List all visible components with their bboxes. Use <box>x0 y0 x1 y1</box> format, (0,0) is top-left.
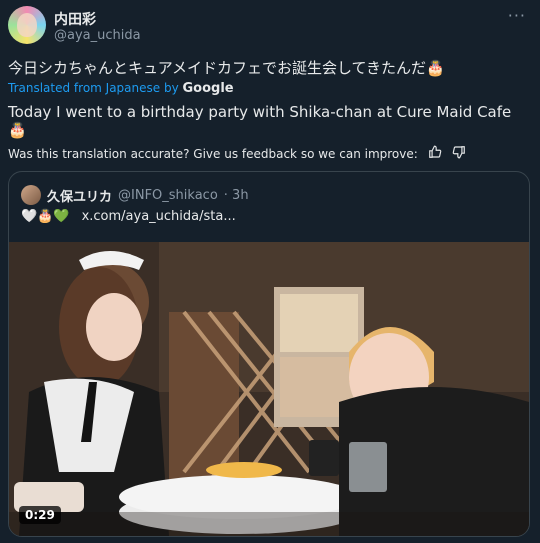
quoted-author-name[interactable]: 久保ユリカ <box>47 186 112 205</box>
video-frame <box>9 242 529 536</box>
author-handle[interactable]: @aya_uchida <box>54 28 141 43</box>
video-duration-badge: 0:29 <box>19 506 61 524</box>
translated-from-label[interactable]: Translated from Japanese by Google <box>8 81 234 96</box>
quoted-author-handle[interactable]: @INFO_shikaco <box>118 188 218 203</box>
translated-from-text: Translated from Japanese by <box>8 81 179 95</box>
tweet-header: 内田彩 @aya_uchida ··· <box>8 6 532 46</box>
more-icon[interactable]: ··· <box>508 6 526 25</box>
author-name[interactable]: 内田彩 <box>54 9 96 29</box>
video-player[interactable]: 0:29 <box>9 242 529 536</box>
quoted-tweet-text: 🤍🎂💚 x.com/aya_uchida/sta... <box>21 209 236 224</box>
quoted-tweet[interactable]: 久保ユリカ @INFO_shikaco · 3h 🤍🎂💚 x.com/aya_u… <box>8 171 530 537</box>
thumbs-down-icon[interactable] <box>452 145 466 163</box>
tweet-original-text: 今日シカちゃんとキュアメイドカフェでお誕生会してきたんだ🎂 <box>8 59 445 77</box>
author-avatar[interactable] <box>8 6 46 44</box>
google-logo: Google <box>182 81 234 96</box>
thumbs-up-icon[interactable] <box>428 145 442 163</box>
translation-feedback: Was this translation accurate? Give us f… <box>8 145 466 163</box>
quoted-link[interactable]: x.com/aya_uchida/sta... <box>82 209 236 224</box>
feedback-prompt: Was this translation accurate? Give us f… <box>8 147 418 161</box>
quoted-emojis: 🤍🎂💚 <box>21 209 70 224</box>
quoted-tweet-time: · 3h <box>223 187 249 203</box>
tweet-translated-text: Today I went to a birthday party with Sh… <box>8 103 512 139</box>
quoted-author-avatar[interactable] <box>21 185 41 205</box>
quoted-tweet-header: 久保ユリカ @INFO_shikaco · 3h <box>21 184 517 206</box>
